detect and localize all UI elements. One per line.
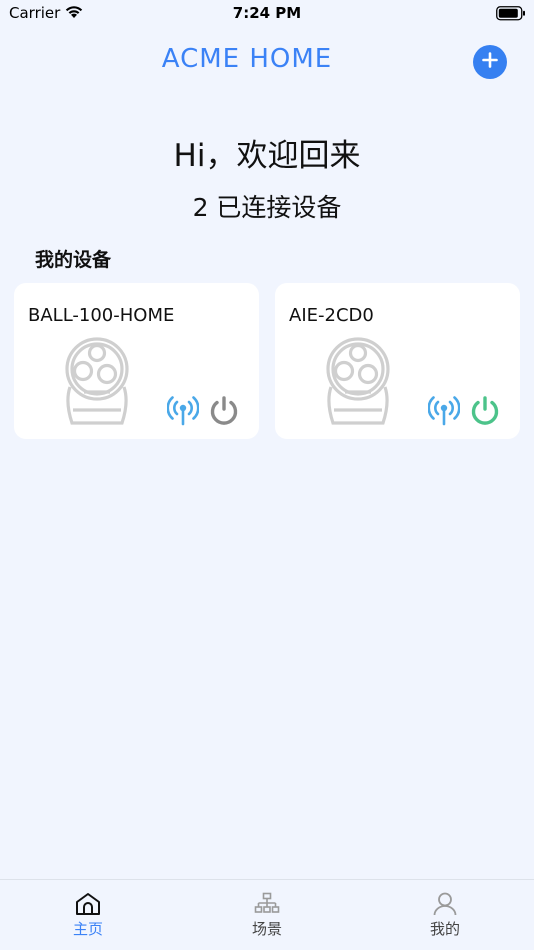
connected-label: 已连接设备 [216, 193, 342, 222]
tab-scene[interactable]: 场景 [207, 880, 327, 950]
tab-label: 我的 [429, 920, 460, 938]
plus-icon [482, 52, 498, 72]
device-name: AIE-2CD0 [289, 305, 374, 326]
scene-icon [254, 892, 280, 920]
connected-count: 2 [192, 193, 209, 222]
app-title: ACME HOME [161, 44, 333, 74]
device-card[interactable]: BALL-100-HOME [14, 283, 259, 439]
power-toggle[interactable] [208, 396, 240, 430]
device-card[interactable]: AIE-2CD0 [275, 283, 520, 439]
app-screen: Carrier 7:24 PM ACME HOME Hi，欢迎回来 2 已连接设… [0, 0, 534, 950]
status-bar: Carrier 7:24 PM [0, 0, 534, 28]
signal-icon[interactable] [166, 396, 200, 430]
power-toggle[interactable] [469, 396, 501, 430]
home-icon [75, 892, 101, 920]
add-device-button[interactable] [473, 45, 507, 79]
moving-head-light-icon [62, 337, 132, 433]
device-name: BALL-100-HOME [28, 305, 175, 326]
connected-devices-summary: 2 已连接设备 [0, 188, 534, 224]
profile-icon [432, 892, 458, 920]
signal-icon[interactable] [427, 396, 461, 430]
tab-label: 主页 [72, 920, 103, 938]
power-icon [471, 396, 499, 425]
tab-label: 场景 [251, 920, 282, 938]
battery-icon [496, 6, 526, 25]
tab-bar: 主页 场景 我的 [0, 879, 534, 950]
clock-time: 7:24 PM [232, 4, 302, 22]
my-devices-heading: 我的设备 [35, 249, 112, 271]
tab-home[interactable]: 主页 [28, 880, 148, 950]
moving-head-light-icon [323, 337, 393, 433]
greeting-text: Hi，欢迎回来 [173, 138, 361, 174]
tab-profile[interactable]: 我的 [385, 880, 505, 950]
power-icon [210, 396, 238, 425]
